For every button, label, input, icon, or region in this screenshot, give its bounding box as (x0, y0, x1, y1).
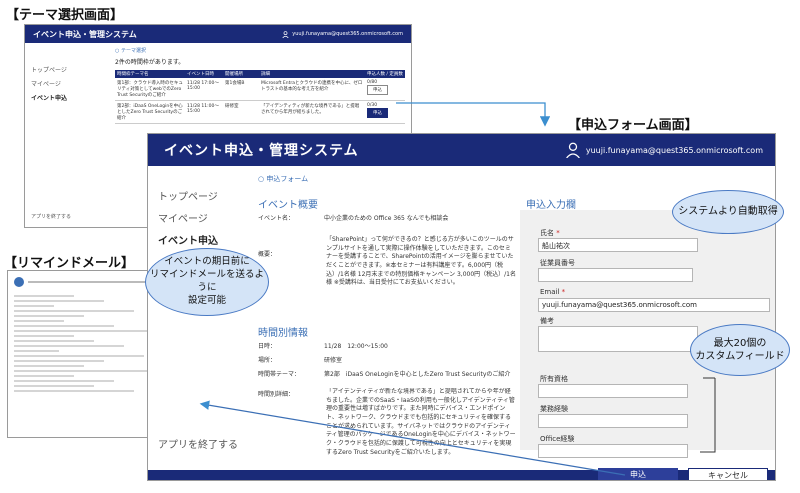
slot-count: 2件の時間枠があります。 (115, 59, 185, 66)
cell-theme: 第1部：クラウド導入時のセキュリティ対策としてwebでのZero Trust S… (115, 78, 185, 101)
sidebar: トップページ マイページ イベント申込 アプリを終了する (31, 65, 83, 220)
custom-field-1[interactable] (538, 384, 688, 398)
sidebar-item-mypage[interactable]: マイページ (31, 79, 83, 88)
cell-place: 研修室 (223, 100, 259, 124)
cell-theme: 第2部：iDaaS OneLoginを中心としたZero Trust Secur… (115, 100, 185, 124)
slot-detail-label-wrap: 時間別詳細： (258, 390, 318, 400)
sidebar: トップページ マイページ イベント申込 (158, 188, 238, 254)
cell-datetime: 11/28 11:00〜15:00 (185, 100, 223, 124)
theme-list: ○ テーマ選択 2件の時間枠があります。 時間枠テーマ名 イベント日時 開催場所… (115, 47, 405, 124)
app-header: イベント申込・管理システム yuuji.funayama@quest365.on… (148, 134, 775, 166)
sidebar-item-event[interactable]: イベント申込 (158, 232, 238, 247)
footer-bar (148, 470, 775, 480)
name-field[interactable]: 船山祐次 (538, 238, 698, 252)
breadcrumb: ○ テーマ選択 (115, 48, 146, 54)
callout-reminder: イベントの期日前に リマインドメールを送るように 設定可能 (145, 248, 269, 316)
cell-count: 0/80 申込 (365, 78, 405, 101)
event-name-row: イベント名： 中小企業のための Office 365 なんでも相談会 (258, 214, 508, 224)
date-label: 日時： (258, 343, 277, 350)
slot-detail-text: 「アイデンティティが新たな境界である」と提唱されてからや年が経ちました。企業での… (326, 388, 516, 456)
slot-theme-value: 第2部 iDaaS OneLoginを中心としたZero Trust Secur… (324, 371, 511, 378)
app-title: イベント申込・管理システム (33, 29, 137, 39)
cell-place: 第1会場B (223, 78, 259, 101)
employee-label: 従業員番号 (540, 259, 575, 267)
callout-custom-fields: 最大20個の カスタムフィールド (690, 324, 790, 376)
column-header: 詳細 (259, 70, 365, 78)
apply-row-button[interactable]: 申込 (367, 108, 388, 118)
user-info[interactable]: yuuji.funayama@quest365.onmicrosoft.com (282, 30, 403, 38)
place-label: 場所： (258, 357, 277, 364)
sidebar-item-top[interactable]: トップページ (31, 65, 83, 74)
form-heading: 申込入力欄 (526, 200, 576, 211)
cell-datetime: 11/28 17:00〜15:00 (185, 78, 223, 101)
column-header: 時間枠テーマ名 (115, 70, 185, 78)
time-info-heading: 時間別情報 (258, 328, 308, 339)
event-name-value: 中小企業のための Office 365 なんでも相談会 (324, 215, 449, 222)
required-mark: * (561, 288, 566, 296)
callout-auto-fetch: システムより自動取得 (672, 190, 784, 234)
note-label: 備考 (540, 317, 554, 325)
exit-app-link[interactable]: アプリを終了する (31, 213, 71, 220)
email-label-text: Email (540, 288, 560, 296)
email-label: Email * (540, 288, 565, 296)
place-row: 場所： 研修室 (258, 356, 508, 366)
column-header: 開催場所 (223, 70, 259, 78)
sidebar-item-event[interactable]: イベント申込 (31, 93, 83, 102)
cell-detail: Microsoft Entraとクラウドの連携を中心に、ゼロトラストの基本的な考… (259, 78, 365, 101)
apply-button[interactable]: 申込 (598, 468, 678, 480)
slot-theme-row: 時間帯テーマ： 第2部 iDaaS OneLoginを中心としたZero Tru… (258, 370, 518, 380)
label-form: 【申込フォーム画面】 (568, 118, 698, 133)
event-name-label: イベント名： (258, 215, 295, 222)
table-row: 第1部：クラウド導入時のセキュリティ対策としてwebでのZero Trust S… (115, 78, 405, 101)
slot-detail-label: 時間別詳細： (258, 391, 295, 398)
label-reminder: 【リマインドメール】 (4, 256, 135, 271)
custom-field-2[interactable] (538, 414, 688, 428)
custom-field-label-3: Office経験 (540, 435, 575, 443)
slot-theme-label: 時間帯テーマ： (258, 371, 301, 378)
sender-avatar-icon (14, 277, 24, 287)
user-info[interactable]: yuuji.funayama@quest365.onmicrosoft.com (565, 142, 763, 158)
cell-count: 0/30 申込 (365, 100, 405, 124)
app-title: イベント申込・管理システム (164, 143, 359, 159)
app-header: イベント申込・管理システム yuuji.funayama@quest365.on… (25, 25, 411, 43)
exit-app-link[interactable]: アプリを終了する (158, 436, 238, 451)
event-overview-heading: イベント概要 (258, 200, 318, 211)
breadcrumb: ○ 申込フォーム (258, 175, 309, 183)
sidebar-item-mypage[interactable]: マイページ (158, 210, 238, 225)
custom-field-label-2: 業務経験 (540, 405, 568, 413)
required-mark: * (556, 229, 560, 237)
user-email: yuuji.funayama@quest365.onmicrosoft.com (585, 145, 763, 155)
theme-table: 時間枠テーマ名 イベント日時 開催場所 詳細 申込人数 / 定員数 第1部：クラ… (115, 70, 405, 124)
name-label: 氏名 * (540, 228, 560, 238)
user-icon (282, 30, 289, 38)
label-theme-select: 【テーマ選択画面】 (6, 8, 124, 23)
email-field[interactable]: yuuji.funayama@quest365.onmicrosoft.com (538, 298, 770, 312)
cancel-button[interactable]: キャンセル (688, 468, 768, 480)
table-row: 第2部：iDaaS OneLoginを中心としたZero Trust Secur… (115, 100, 405, 124)
arrow-theme-to-form (396, 102, 551, 127)
date-row: 日時： 11/28 12:00〜15:00 (258, 342, 508, 352)
user-icon (565, 142, 580, 158)
column-header: イベント日時 (185, 70, 223, 78)
custom-field-label-1: 所有資格 (540, 375, 568, 383)
note-field[interactable] (538, 326, 698, 352)
place-value: 研修室 (324, 357, 343, 364)
column-header: 申込人数 / 定員数 (365, 70, 405, 78)
date-value: 11/28 12:00〜15:00 (324, 343, 388, 350)
user-email: yuuji.funayama@quest365.onmicrosoft.com (292, 31, 403, 37)
employee-field[interactable] (538, 268, 693, 282)
overview-text: 「SharePoint」って何ができるの？と感じる方が多いこのツールのサンプルサ… (326, 236, 517, 287)
sidebar-item-top[interactable]: トップページ (158, 188, 238, 203)
apply-row-button[interactable]: 申込 (367, 85, 388, 95)
custom-field-3[interactable] (538, 444, 688, 458)
table-header: 時間枠テーマ名 イベント日時 開催場所 詳細 申込人数 / 定員数 (115, 70, 405, 78)
name-label-text: 氏名 (540, 229, 554, 237)
cell-detail: 「アイデンティティが新たな境界である」と提唱されてから年月が経ちました。 (259, 100, 365, 124)
